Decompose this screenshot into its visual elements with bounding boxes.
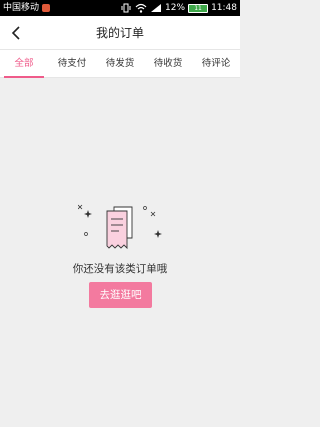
tab-pending-review[interactable]: 待评论 (192, 50, 240, 77)
tab-all[interactable]: 全部 (0, 50, 48, 78)
wifi-icon (135, 3, 147, 13)
tab-pending-receipt[interactable]: 待收货 (144, 50, 192, 77)
tab-pending-shipment[interactable]: 待发货 (96, 50, 144, 77)
order-status-tabs: 全部 待支付 待发货 待收货 待评论 (0, 50, 240, 78)
carrier-name: 中国移动 (3, 3, 40, 13)
empty-state-message: 你还没有该类订单哦 (72, 263, 168, 275)
vibrate-mode-icon (121, 3, 131, 13)
tab-pending-payment[interactable]: 待支付 (48, 50, 96, 77)
battery-percent: 12% (165, 3, 186, 13)
signal-strength-icon (151, 4, 162, 12)
back-button[interactable] (6, 23, 26, 43)
empty-orders-icon (78, 204, 162, 250)
battery-level-label: 11 (194, 4, 202, 12)
go-shopping-button[interactable]: 去逛逛吧 (89, 282, 152, 308)
chevron-left-icon (11, 26, 20, 40)
battery-icon: 11 (188, 3, 209, 13)
status-bar: 中国移动 12% 11 11:48 (0, 0, 240, 16)
clock: 11:48 (211, 3, 237, 13)
page-title: 我的订单 (95, 26, 144, 40)
navigation-bar: 我的订单 (0, 16, 240, 50)
app-notification-icon (42, 4, 51, 12)
